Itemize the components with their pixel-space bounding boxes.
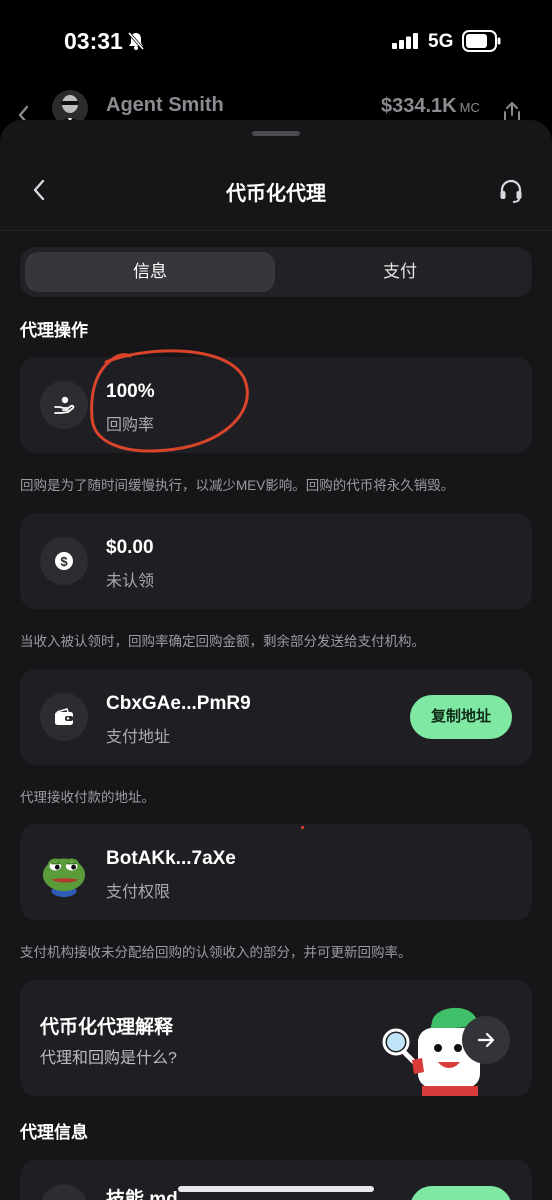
skill-action-button[interactable] — [410, 1186, 512, 1200]
payment-authority-value: BotAKk...7aXe — [106, 848, 236, 869]
pepe-avatar-icon — [40, 848, 88, 897]
agent-name: Agent Smith — [106, 94, 224, 116]
payment-address-card: CbxGAe...PmR9 支付地址 复制地址 — [20, 669, 532, 765]
section-title-agent-actions: 代理操作 — [20, 321, 88, 340]
buyback-rate-label: 回购率 — [106, 417, 155, 434]
arrow-right-icon — [477, 1032, 495, 1048]
explainer-arrow-button[interactable] — [462, 1016, 510, 1064]
dollar-coin-icon: $ — [40, 537, 88, 585]
explainer-subtitle: 代理和回购是什么? — [40, 1050, 177, 1067]
hand-coin-icon — [40, 381, 88, 429]
battery-icon — [462, 30, 501, 52]
file-icon — [40, 1184, 88, 1200]
unclaimed-label: 未认领 — [106, 573, 155, 590]
buyback-description: 回购是为了随时间缓慢执行，以减少MEV影响。回购的代币将永久销毁。 — [20, 478, 455, 493]
buyback-rate-card: 100% 回购率 — [20, 357, 532, 453]
tokenized-agent-explainer-card[interactable]: 代币化代理解释 代理和回购是什么? — [20, 980, 532, 1096]
bottom-sheet: 代币化代理 信息 支付 代理操作 100% 回购率 回购是为了随时间缓慢执行，以… — [0, 120, 552, 1200]
signal-icon — [392, 33, 418, 49]
market-cap: $334.1K MC — [381, 95, 480, 117]
segmented-tabs: 信息 支付 — [20, 247, 532, 297]
headset-icon[interactable] — [498, 178, 524, 204]
tab-info[interactable]: 信息 — [25, 252, 275, 292]
skill-card: 技能.md — [20, 1160, 532, 1200]
status-bar: 03:31 5G — [0, 0, 552, 80]
payment-authority-card: BotAKk...7aXe 支付权限 — [20, 824, 532, 920]
unclaimed-card: $ $0.00 未认领 — [20, 513, 532, 609]
payment-address-label: 支付地址 — [106, 729, 171, 746]
sheet-grabber[interactable] — [252, 131, 300, 136]
network-label: 5G — [428, 31, 454, 52]
wallet-icon — [40, 693, 88, 741]
explainer-title: 代币化代理解释 — [40, 1017, 174, 1038]
buyback-rate-value: 100% — [106, 381, 155, 402]
copy-address-button[interactable]: 复制地址 — [410, 695, 512, 739]
tab-payment[interactable]: 支付 — [275, 252, 525, 292]
svg-text:$: $ — [60, 554, 68, 569]
bell-off-icon — [127, 32, 145, 50]
header-divider — [0, 230, 552, 231]
status-time: 03:31 — [64, 28, 123, 54]
red-annotation-dot — [301, 826, 304, 829]
payment-address-description: 代理接收付款的地址。 — [20, 790, 155, 805]
skill-value: 技能.md — [106, 1189, 178, 1200]
section-title-agent-info: 代理信息 — [20, 1123, 88, 1142]
unclaimed-description: 当收入被认领时，回购率确定回购金额，剩余部分发送给支付机构。 — [20, 634, 425, 649]
unclaimed-value: $0.00 — [106, 537, 154, 558]
payment-address-value: CbxGAe...PmR9 — [106, 693, 251, 714]
home-indicator[interactable] — [178, 1186, 374, 1192]
payment-authority-description: 支付机构接收未分配给回购的认领收入的部分，并可更新回购率。 — [20, 945, 412, 960]
sheet-title: 代币化代理 — [226, 183, 326, 205]
payment-authority-label: 支付权限 — [106, 884, 171, 901]
